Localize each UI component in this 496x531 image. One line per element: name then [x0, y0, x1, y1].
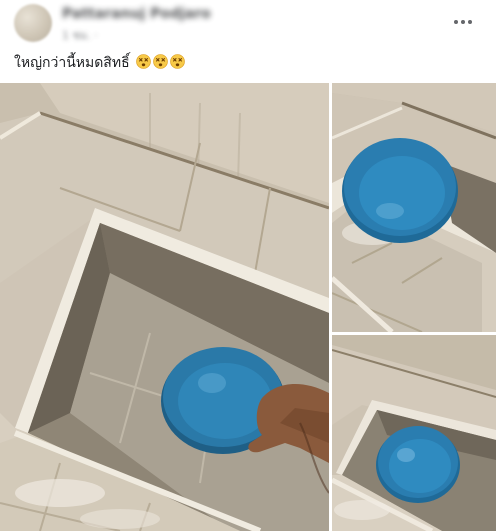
photo-bottom-right[interactable]	[332, 335, 496, 531]
photo-top-right[interactable]	[332, 83, 496, 332]
facebook-post: Pattaranuj Podjaro 1 ชม. · ใหญ่กว่านี้หม…	[0, 0, 496, 531]
dizzy-face-emoji-icon	[170, 54, 185, 69]
photo-grid	[0, 83, 496, 531]
dizzy-face-emoji-icon	[136, 54, 151, 69]
photo-main[interactable]	[0, 83, 329, 531]
dizzy-face-emoji-icon	[153, 54, 168, 69]
more-options-icon[interactable]	[452, 12, 474, 32]
post-timestamp[interactable]: 1 ชม. ·	[62, 26, 98, 44]
post-header: Pattaranuj Podjaro 1 ชม. ·	[0, 0, 496, 46]
caption-text: ใหญ่กว่านี้หมดสิทธิ์	[14, 55, 130, 71]
post-caption: ใหญ่กว่านี้หมดสิทธิ์	[14, 52, 185, 74]
author-name[interactable]: Pattaranuj Podjaro	[62, 6, 211, 22]
author-avatar[interactable]	[14, 4, 52, 42]
